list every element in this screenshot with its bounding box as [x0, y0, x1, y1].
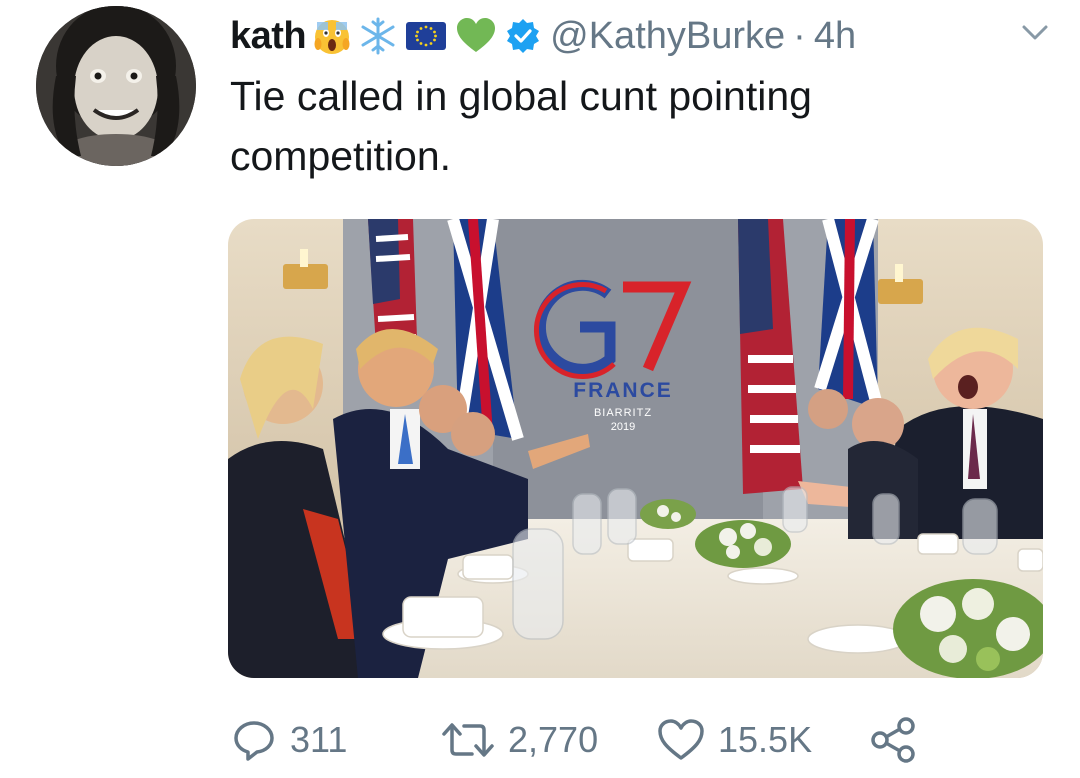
scream-emoji-icon — [312, 16, 352, 56]
heart-icon — [658, 719, 704, 760]
tweet-timestamp[interactable]: 4h — [814, 15, 856, 58]
like-count: 15.5K — [718, 719, 813, 760]
verified-badge-icon — [504, 17, 542, 55]
reply-icon — [234, 721, 274, 761]
tweet-header: kath @KathyBurke · 4h — [230, 8, 1050, 64]
backdrop-city: BIARRITZ — [594, 407, 652, 419]
share-button[interactable] — [868, 710, 918, 770]
retweet-button[interactable]: 2,770 — [440, 710, 598, 770]
retweet-icon — [442, 723, 494, 757]
backdrop-country: FRANCE — [573, 379, 673, 402]
eu-flag-emoji-icon — [404, 16, 448, 56]
avatar[interactable] — [36, 6, 196, 166]
reply-count: 311 — [290, 719, 348, 760]
like-button[interactable]: 15.5K — [656, 710, 812, 770]
separator-dot: · — [793, 14, 806, 57]
share-icon — [871, 717, 915, 763]
author-handle[interactable]: @KathyBurke — [550, 15, 785, 58]
backdrop-year: 2019 — [611, 421, 635, 433]
tweet-text: Tie called in global cunt pointing compe… — [230, 73, 812, 179]
retweet-count: 2,770 — [508, 719, 599, 760]
tweet-media-photo[interactable]: FRANCE BIARRITZ 2019 — [228, 219, 1043, 678]
snowflake-emoji-icon — [358, 16, 398, 56]
green-heart-emoji-icon — [454, 16, 498, 56]
chevron-down-icon[interactable] — [1020, 22, 1050, 49]
tweet-actions: 311 2,770 15.5K — [230, 710, 930, 770]
display-name[interactable]: kath — [230, 15, 307, 58]
reply-button[interactable]: 311 — [230, 710, 347, 770]
